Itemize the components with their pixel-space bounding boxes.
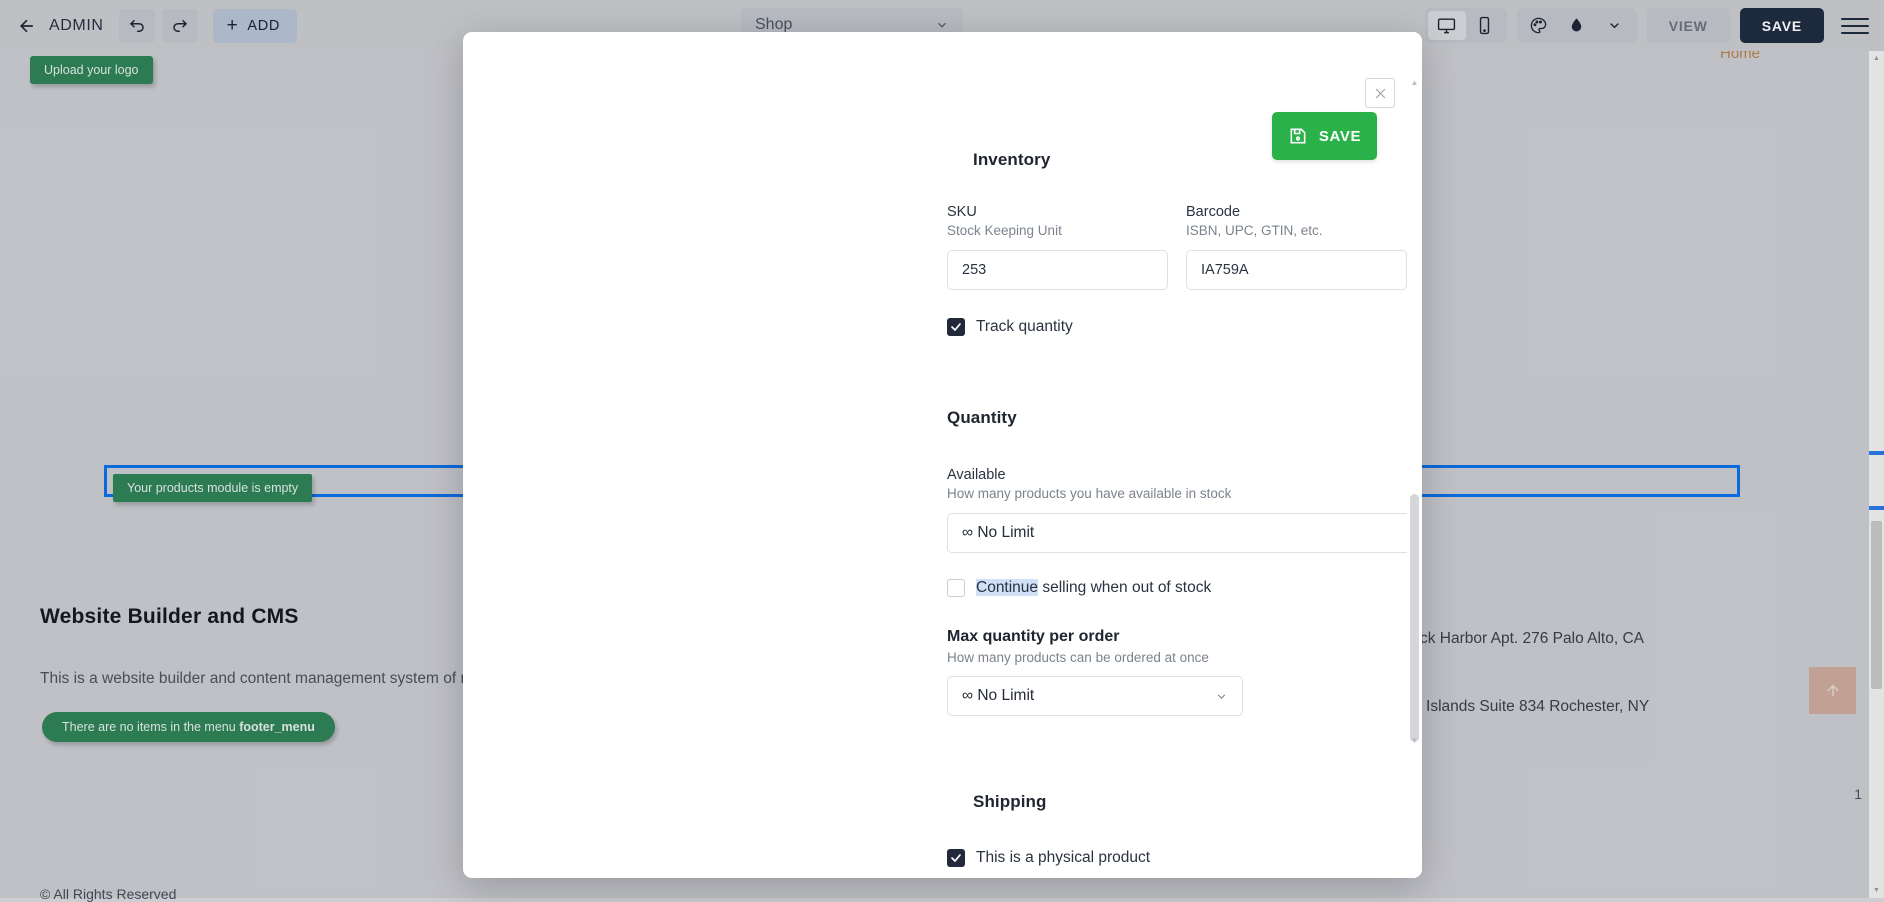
modal-save-button[interactable]: SAVE <box>1272 112 1377 160</box>
continue-selling-checkbox[interactable] <box>947 579 965 597</box>
modal-scroll-down-arrow[interactable]: ▼ <box>1407 732 1422 748</box>
barcode-hint: ISBN, UPC, GTIN, etc. <box>1186 223 1407 238</box>
max-quantity-select-value: ∞ No Limit <box>962 687 1034 705</box>
modal-save-label: SAVE <box>1319 128 1361 145</box>
continue-selling-label: Continue selling when out of stock <box>976 579 1211 597</box>
physical-product-checkbox[interactable] <box>947 849 965 867</box>
quantity-section-title: Quantity <box>947 408 1407 428</box>
sku-input[interactable]: 253 <box>947 250 1168 290</box>
modal-scrollbar-thumb[interactable] <box>1410 494 1419 742</box>
available-label: Available <box>947 467 1407 483</box>
modal-scroll-up-arrow[interactable]: ▲ <box>1407 74 1422 90</box>
max-quantity-label: Max quantity per order <box>947 628 1407 646</box>
physical-product-label: This is a physical product <box>976 849 1150 867</box>
barcode-input[interactable]: IA759A <box>1186 250 1407 290</box>
shipping-section-title: Shipping <box>973 792 1407 812</box>
max-quantity-select[interactable]: ∞ No Limit <box>947 676 1243 716</box>
track-quantity-checkbox[interactable] <box>947 318 965 336</box>
checkmark-icon <box>950 321 962 333</box>
product-edit-modal: SAVE Inventory SKU Stock Keeping Unit Ba… <box>463 32 1422 878</box>
max-quantity-field-group: Max quantity per order How many products… <box>947 628 1407 665</box>
track-quantity-checkbox-row[interactable]: Track quantity <box>947 318 1407 336</box>
sku-label: SKU <box>947 204 1168 220</box>
modal-close-button[interactable] <box>1365 78 1395 108</box>
sku-field-group: SKU Stock Keeping Unit <box>947 204 1168 238</box>
continue-selling-checkbox-row[interactable]: Continue selling when out of stock <box>947 579 1407 597</box>
floppy-disk-save-icon <box>1288 126 1308 146</box>
max-quantity-hint: How many products can be ordered at once <box>947 650 1407 665</box>
continue-selling-selected-text: Continue <box>976 579 1038 596</box>
modal-scroll-body: Inventory SKU Stock Keeping Unit Barcode… <box>463 32 1407 878</box>
barcode-field-group: Barcode ISBN, UPC, GTIN, etc. <box>1186 204 1407 238</box>
checkmark-icon <box>950 852 962 864</box>
track-quantity-label: Track quantity <box>976 318 1073 336</box>
physical-product-checkbox-row[interactable]: This is a physical product <box>947 849 1407 867</box>
close-icon <box>1373 86 1388 101</box>
available-select-value: ∞ No Limit <box>962 524 1034 542</box>
chevron-down-icon <box>1215 690 1228 703</box>
available-field-group: Available How many products you have ava… <box>947 467 1407 501</box>
barcode-label: Barcode <box>1186 204 1407 220</box>
continue-selling-rest-text: selling when out of stock <box>1038 579 1211 596</box>
modal-scrollbar[interactable]: ▲ ▼ <box>1407 32 1422 878</box>
available-hint: How many products you have available in … <box>947 486 1407 501</box>
sku-hint: Stock Keeping Unit <box>947 223 1168 238</box>
available-select[interactable]: ∞ No Limit <box>947 513 1422 553</box>
